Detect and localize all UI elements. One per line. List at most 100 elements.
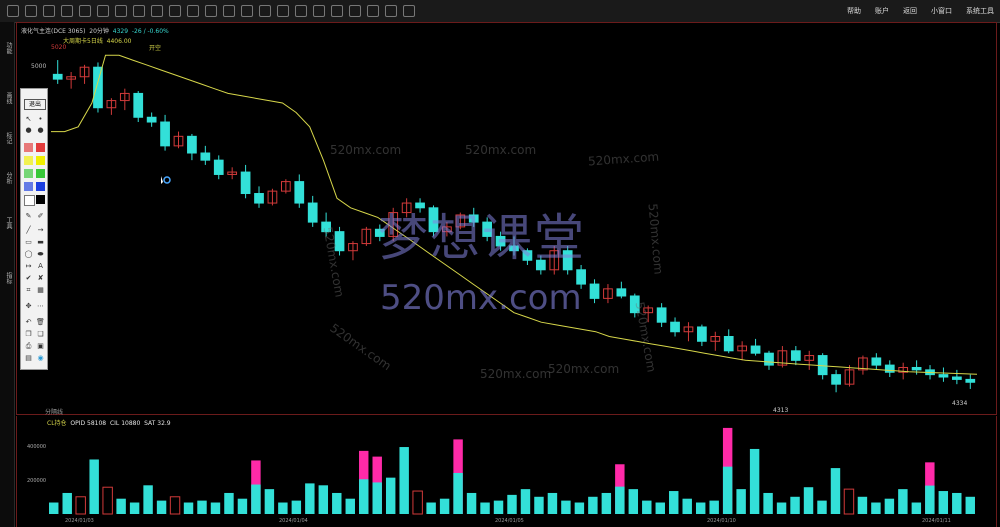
color-swatch[interactable] xyxy=(36,156,45,165)
tool-icon-8[interactable] xyxy=(151,5,163,17)
date-label: 2024/01/03 xyxy=(65,518,94,524)
watermark-tile: 520mx.com xyxy=(480,367,552,381)
trash-icon[interactable]: 🗑 xyxy=(36,319,45,326)
tool-icon-18[interactable] xyxy=(331,5,343,17)
rail-item[interactable]: 工具 xyxy=(1,217,13,229)
watermark-title: 梦想课堂 xyxy=(378,209,586,267)
crop-icon[interactable]: ⌗ xyxy=(24,287,33,294)
tool-icon-12[interactable] xyxy=(223,5,235,17)
tool-icon-4[interactable] xyxy=(79,5,91,17)
palette-exit-button[interactable]: 退出 xyxy=(24,99,46,110)
line-icon[interactable]: ╱ xyxy=(24,227,33,234)
candle-body xyxy=(723,336,734,352)
tool-icon-2[interactable] xyxy=(43,5,55,17)
tool-icon-20[interactable] xyxy=(367,5,379,17)
rail-item[interactable]: 指标 xyxy=(1,272,13,284)
color-swatch[interactable] xyxy=(36,195,45,204)
paste-icon[interactable]: ❏ xyxy=(36,331,45,338)
tool-icon-5[interactable] xyxy=(97,5,109,17)
arrow-line-icon[interactable]: → xyxy=(36,227,45,234)
fill-ellipse-icon[interactable]: ⬬ xyxy=(36,251,45,258)
volume-bar xyxy=(89,459,99,514)
pen-icon[interactable]: ✎ xyxy=(24,213,33,220)
tool-icon-15[interactable] xyxy=(277,5,289,17)
candle-body xyxy=(670,321,680,333)
rail-item[interactable]: 标记 xyxy=(1,132,13,144)
settings-icon[interactable]: ◉ xyxy=(36,355,45,362)
volume-bar xyxy=(790,496,800,514)
tool-icon-10[interactable] xyxy=(187,5,199,17)
candle-body xyxy=(200,152,211,161)
candle-body xyxy=(307,202,318,223)
color-swatch[interactable] xyxy=(36,169,45,178)
color-swatch[interactable] xyxy=(36,182,45,191)
volume-bar xyxy=(224,492,234,514)
pointer-icon[interactable]: ↖ xyxy=(24,116,33,123)
volume-bar xyxy=(197,500,207,514)
menu-back[interactable]: 返回 xyxy=(903,6,917,16)
volume-bar xyxy=(143,485,153,514)
tool-icon-16[interactable] xyxy=(295,5,307,17)
tool-icon-1[interactable] xyxy=(25,5,37,17)
tool-icon-21[interactable] xyxy=(385,5,397,17)
color-swatch[interactable] xyxy=(24,143,33,152)
divider-tab[interactable]: 分隔线 xyxy=(45,407,63,416)
menu-small-window[interactable]: 小窗口 xyxy=(931,6,952,16)
rect-icon[interactable]: ▭ xyxy=(24,239,33,246)
color-swatch[interactable] xyxy=(24,195,35,206)
candle-body xyxy=(146,116,157,123)
menu-help[interactable]: 帮助 xyxy=(847,6,861,16)
menu-account[interactable]: 账户 xyxy=(875,6,889,16)
tool-icon-9[interactable] xyxy=(169,5,181,17)
save-icon[interactable]: ▣ xyxy=(36,343,45,350)
dot-icon[interactable]: • xyxy=(36,116,45,123)
undo-icon[interactable]: ↶ xyxy=(24,319,33,326)
date-label: 2024/01/11 xyxy=(922,518,951,524)
move-icon[interactable]: ✥ xyxy=(24,303,33,310)
color-swatch[interactable] xyxy=(24,182,33,191)
tool-icon-17[interactable] xyxy=(313,5,325,17)
color-swatch[interactable] xyxy=(24,169,33,178)
grid-icon[interactable]: ▤ xyxy=(24,355,33,362)
ellipse-icon[interactable]: ◯ xyxy=(24,251,33,258)
volume-bar xyxy=(695,502,706,514)
tool-icon-7[interactable] xyxy=(133,5,145,17)
more-icon[interactable]: ⋯ xyxy=(36,303,45,310)
copy-icon[interactable]: ❐ xyxy=(24,331,33,338)
color-swatch[interactable] xyxy=(36,143,45,152)
rail-item[interactable]: 功能 xyxy=(1,42,13,54)
text-icon[interactable]: A xyxy=(36,263,45,270)
volume-bar xyxy=(561,500,571,514)
candle-body xyxy=(911,366,922,371)
menu-system-tools[interactable]: 系统工具 xyxy=(966,6,994,16)
tool-icon-19[interactable] xyxy=(349,5,361,17)
volume-bar xyxy=(439,498,450,514)
circle-tool-icon-2[interactable]: ● xyxy=(36,127,45,134)
tool-icon-11[interactable] xyxy=(205,5,217,17)
back-icon[interactable] xyxy=(7,5,19,17)
fill-rect-icon[interactable]: ▬ xyxy=(36,239,45,246)
tool-icon-6[interactable] xyxy=(115,5,127,17)
candle-body xyxy=(884,364,895,373)
color-swatch[interactable] xyxy=(24,156,33,165)
open-short-label: 开空 xyxy=(149,44,161,52)
rail-item[interactable]: 分析 xyxy=(1,172,13,184)
date-label: 2024/01/10 xyxy=(707,518,736,524)
circle-tool-icon[interactable]: ● xyxy=(24,127,33,134)
candle-body xyxy=(294,181,305,204)
tool-icon-22[interactable] xyxy=(403,5,415,17)
arrow-icon[interactable]: ↦ xyxy=(24,263,33,270)
brush-icon[interactable]: ✐ xyxy=(36,213,45,220)
print-icon[interactable]: ⎙ xyxy=(24,343,33,350)
volume-bar xyxy=(911,502,922,514)
check-icon[interactable]: ✔ xyxy=(24,275,33,282)
rail-item[interactable]: 画线 xyxy=(1,92,13,104)
volume-bar xyxy=(884,498,895,514)
mosaic-icon[interactable]: ▦ xyxy=(36,287,45,294)
candle-body xyxy=(187,135,197,154)
cross-icon[interactable]: ✘ xyxy=(36,275,45,282)
tool-icon-13[interactable] xyxy=(241,5,253,17)
tool-icon-3[interactable] xyxy=(61,5,73,17)
tool-icon-14[interactable] xyxy=(259,5,271,17)
volume-bar xyxy=(803,487,814,514)
